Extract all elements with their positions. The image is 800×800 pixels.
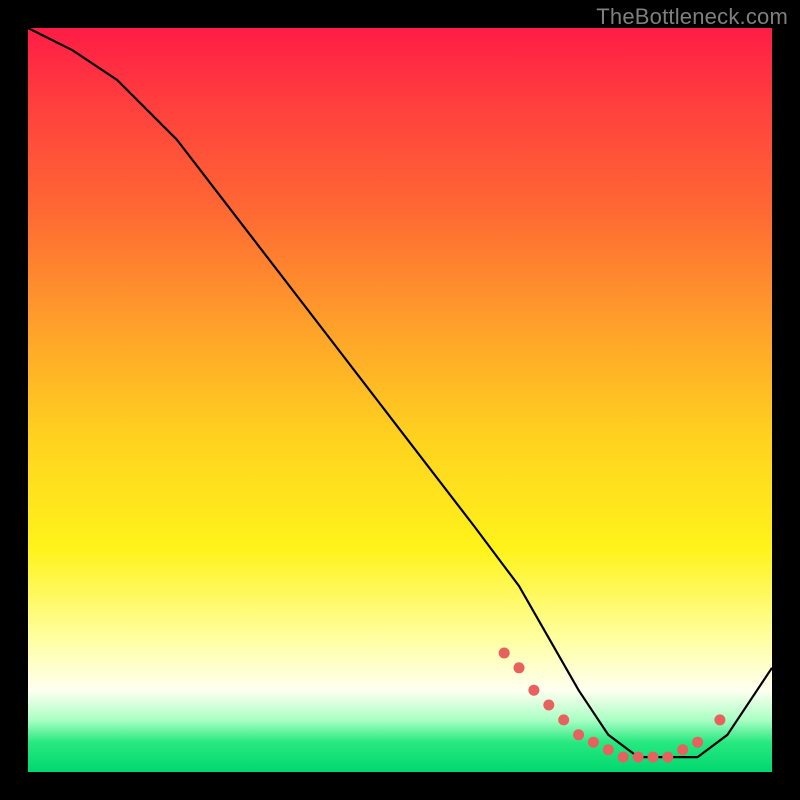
- marker-dot: [588, 737, 599, 748]
- marker-dot: [603, 744, 614, 755]
- marker-dot: [528, 685, 539, 696]
- bottleneck-curve: [28, 28, 772, 757]
- marker-dot: [543, 700, 554, 711]
- marker-dot: [714, 714, 725, 725]
- marker-dot: [514, 662, 525, 673]
- marker-dot: [648, 752, 659, 763]
- marker-dot: [618, 752, 629, 763]
- marker-dot: [499, 648, 510, 659]
- marker-dot: [558, 714, 569, 725]
- marker-dot: [692, 737, 703, 748]
- marker-dot: [573, 729, 584, 740]
- chart-frame: TheBottleneck.com: [0, 0, 800, 800]
- plot-area: [28, 28, 772, 772]
- watermark-label: TheBottleneck.com: [596, 4, 788, 30]
- curve-svg: [28, 28, 772, 772]
- highlight-markers: [499, 648, 726, 763]
- marker-dot: [662, 752, 673, 763]
- marker-dot: [677, 744, 688, 755]
- marker-dot: [633, 752, 644, 763]
